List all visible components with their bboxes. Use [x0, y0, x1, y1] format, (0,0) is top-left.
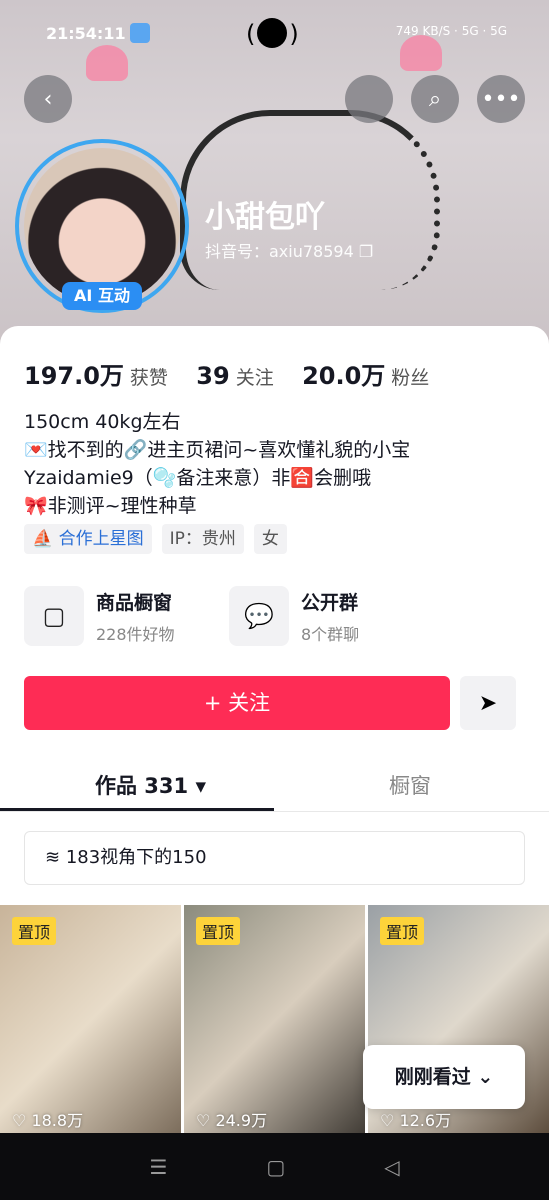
home-icon[interactable]: ▢: [266, 1155, 285, 1179]
recent-apps-icon[interactable]: ☰: [149, 1155, 167, 1179]
bio-line: 🎀非测评~理性种草: [24, 495, 197, 517]
bio-line: Yzaidamie9（🫧备注来意）非🈴会删哦: [24, 467, 372, 489]
profile-panel: 197.0万 获赞 39 关注 20.0万 粉丝 150cm 40kg左右 💌找不到的…: [0, 326, 549, 1200]
search-button[interactable]: ⌕: [411, 75, 459, 123]
video-likes-count: 12.6万: [399, 1111, 452, 1130]
star-map-tag[interactable]: ⛵ 合作上星图: [24, 524, 152, 554]
star-map-tag-label: 合作上星图: [58, 529, 144, 549]
profile-banner: 21:54:11 () 749 KB/S · 5G · 5G ‹ ⌕ ••• A…: [0, 0, 549, 345]
layers-icon: ≋: [45, 847, 66, 868]
status-right: 749 KB/S · 5G · 5G: [395, 24, 507, 38]
shop-window-title: 商品橱窗: [96, 591, 173, 614]
shop-window-count: 228件好物: [96, 624, 175, 644]
followers-label: 粉丝: [391, 367, 430, 389]
followers-count[interactable]: 20.0万: [302, 362, 385, 390]
send-icon: ➤: [478, 690, 498, 716]
status-time: 21:54:11: [46, 24, 126, 43]
dynamic-island: (): [246, 18, 299, 48]
more-dots-icon: •••: [481, 86, 521, 112]
status-bar: 21:54:11 () 749 KB/S · 5G · 5G: [0, 18, 549, 50]
following-count[interactable]: 39: [196, 362, 229, 390]
video-likes: ♡ 12.6万: [380, 1111, 452, 1130]
video-likes-count: 24.9万: [215, 1111, 268, 1130]
tab-works[interactable]: 作品 331 ▾: [95, 770, 206, 800]
ai-interact-badge[interactable]: AI 互动: [62, 282, 142, 310]
public-group-title: 公开群: [301, 591, 359, 614]
more-action-button[interactable]: [345, 75, 393, 123]
back-icon[interactable]: ◁: [384, 1155, 399, 1179]
likes-count[interactable]: 197.0万: [24, 362, 124, 390]
weather-icon: [130, 23, 150, 43]
video-likes-count: 18.8万: [31, 1111, 84, 1130]
gender-tag: 女: [253, 524, 287, 554]
profile-name: 小甜包吖: [205, 200, 325, 235]
shop-window-entry[interactable]: ▢ 商品橱窗 228件好物: [24, 586, 175, 646]
pinned-badge: 置顶: [196, 917, 241, 945]
bag-icon: ▢: [24, 586, 84, 646]
public-group-count: 8个群聊: [301, 624, 360, 644]
following-label: 关注: [235, 367, 274, 389]
tab-showcase[interactable]: 橱窗: [389, 770, 431, 800]
ip-tag: IP：贵州: [161, 524, 244, 554]
chat-icon: 💬: [229, 586, 289, 646]
recently-viewed-button[interactable]: 刚刚看过 ⌄: [363, 1045, 525, 1109]
menu-button[interactable]: •••: [477, 75, 525, 123]
pinned-badge: 置顶: [12, 917, 57, 945]
bio-line: 💌找不到的🔗进主页裙问~喜欢懂礼貌的小宝: [24, 439, 411, 461]
heart-decoration: [86, 45, 128, 81]
collection-card[interactable]: ≋ 183视角下的150: [24, 831, 525, 885]
video-thumbnail[interactable]: 置顶 ♡ 18.8万: [0, 905, 181, 1137]
public-group-entry[interactable]: 💬 公开群 8个群聊: [229, 586, 359, 646]
douyin-id-text: 抖音号：axiu78594: [205, 242, 354, 261]
video-likes: ♡ 18.8万: [12, 1111, 84, 1130]
video-thumbnail[interactable]: 置顶 ♡ 24.9万: [184, 905, 365, 1137]
profile-tags: ⛵ 合作上星图 IP：贵州 女: [24, 524, 287, 554]
video-likes: ♡ 24.9万: [196, 1111, 268, 1130]
bio: 150cm 40kg左右 💌找不到的🔗进主页裙问~喜欢懂礼貌的小宝 Yzaida…: [24, 408, 410, 520]
likes-label: 获赞: [129, 367, 168, 389]
pinned-badge: 置顶: [380, 917, 425, 945]
douyin-id[interactable]: 抖音号：axiu78594 ❐: [205, 238, 373, 262]
system-nav-bar: ☰ ▢ ◁: [0, 1133, 549, 1200]
follow-button[interactable]: + 关注: [24, 676, 450, 730]
chevron-left-icon: ‹: [43, 86, 53, 112]
bio-line: 150cm 40kg左右: [24, 411, 181, 433]
profile-stats: 197.0万 获赞 39 关注 20.0万 粉丝: [24, 356, 449, 391]
avatar-image: [24, 148, 180, 304]
copy-icon[interactable]: ❐: [359, 242, 373, 261]
back-button[interactable]: ‹: [24, 75, 72, 123]
share-button[interactable]: ➤: [460, 676, 516, 730]
collection-label: 183视角下的150: [65, 847, 207, 868]
search-icon: ⌕: [428, 86, 442, 112]
divider: [0, 811, 549, 812]
